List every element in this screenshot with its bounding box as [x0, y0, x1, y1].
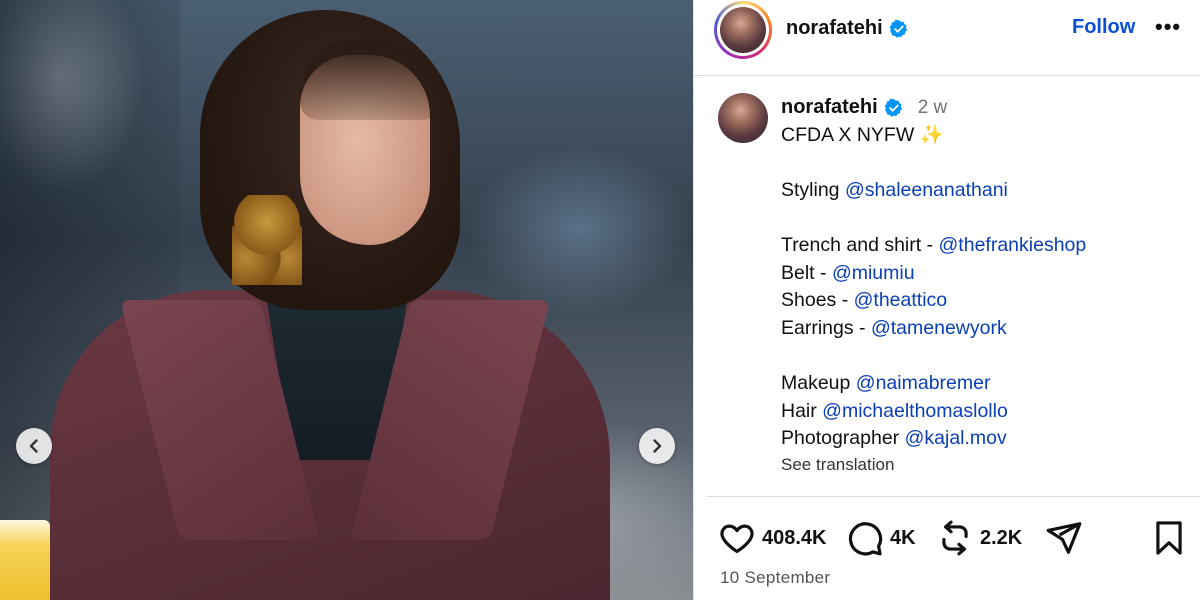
chevron-left-icon	[29, 439, 38, 453]
team-label: Hair	[781, 399, 823, 422]
action-bar: 408.4K 4K 2.2K	[718, 518, 1188, 558]
team-label: Photographer	[781, 427, 905, 450]
post-caption: norafatehi 2 w CFDA X NYFW ✨ Styling @sh…	[781, 94, 1181, 453]
mention-link[interactable]: @thefrankieshop	[939, 234, 1087, 256]
sparkles-emoji: ✨	[919, 123, 944, 146]
post-photo[interactable]	[0, 0, 693, 600]
comment-button[interactable]: 4K	[846, 518, 916, 558]
team-label: Makeup	[781, 371, 856, 394]
caption-username[interactable]: norafatehi	[781, 94, 878, 122]
follow-button[interactable]: Follow	[1072, 16, 1135, 39]
mention-link[interactable]: @miumiu	[832, 262, 915, 284]
like-button[interactable]: 408.4K	[718, 518, 827, 558]
post-header: norafatehi Follow •••	[694, 0, 1200, 76]
next-photo-button[interactable]	[639, 428, 675, 464]
credit-line: Trench and shirt - @thefrankieshop	[781, 232, 1181, 260]
previous-photo-button[interactable]	[16, 428, 52, 464]
credit-label: Trench and shirt -	[781, 233, 939, 256]
save-button[interactable]	[1150, 518, 1188, 558]
post-date[interactable]: 10 September	[720, 568, 830, 588]
team-line: Hair @michaelthomaslollo	[781, 398, 1181, 426]
instagram-post: norafatehi Follow ••• norafatehi 2 w CFD…	[0, 0, 1200, 600]
header-username[interactable]: norafatehi	[786, 17, 883, 40]
mention-link[interactable]: @michaelthomaslollo	[822, 400, 1008, 422]
credit-label: Earrings -	[781, 316, 871, 339]
share-button[interactable]	[1045, 518, 1083, 558]
mention-link[interactable]: @tamenewyork	[871, 317, 1007, 339]
styling-label: Styling	[781, 178, 840, 201]
heart-icon	[720, 524, 754, 554]
team-line: Makeup @naimabremer	[781, 370, 1181, 398]
photo-subject	[0, 0, 693, 600]
share-icon	[1046, 522, 1082, 554]
header-user: norafatehi	[786, 17, 909, 40]
bookmark-icon	[1156, 521, 1182, 555]
credit-label: Belt -	[781, 261, 832, 284]
credit-label: Shoes -	[781, 289, 854, 312]
comment-icon	[848, 522, 883, 556]
repost-button[interactable]: 2.2K	[936, 518, 1022, 558]
verified-badge-icon	[884, 98, 904, 118]
verified-badge-icon	[889, 19, 909, 39]
mention-link[interactable]: @theattico	[854, 289, 948, 311]
actions-divider	[707, 496, 1200, 497]
profile-avatar[interactable]	[714, 1, 772, 59]
mention-link[interactable]: @naimabremer	[856, 372, 991, 394]
caption-avatar[interactable]	[718, 93, 768, 143]
chevron-right-icon	[653, 439, 662, 453]
caption-header: norafatehi 2 w	[781, 94, 1181, 122]
more-icon[interactable]: •••	[1155, 14, 1181, 40]
team-line: Photographer @kajal.mov	[781, 425, 1181, 453]
repost-count: 2.2K	[980, 526, 1023, 549]
post-side-panel: norafatehi Follow ••• norafatehi 2 w CFD…	[693, 0, 1200, 600]
caption-title: CFDA X NYFW ✨	[781, 122, 1181, 150]
see-translation-link[interactable]: See translation	[781, 455, 894, 475]
comment-count: 4K	[890, 526, 916, 549]
mention-link[interactable]: @kajal.mov	[905, 427, 1007, 449]
like-count: 408.4K	[762, 526, 827, 549]
mention-link[interactable]: @shaleenanathani	[845, 179, 1008, 201]
gold-earring	[232, 195, 302, 285]
caption-styling: Styling @shaleenanathani	[781, 177, 1181, 205]
caption-title-text: CFDA X NYFW	[781, 123, 915, 146]
time-ago[interactable]: 2 w	[918, 94, 948, 122]
avatar-image	[720, 7, 766, 53]
repost-icon	[942, 520, 968, 556]
credit-line: Earrings - @tamenewyork	[781, 315, 1181, 343]
credit-line: Belt - @miumiu	[781, 260, 1181, 288]
credit-line: Shoes - @theattico	[781, 287, 1181, 315]
